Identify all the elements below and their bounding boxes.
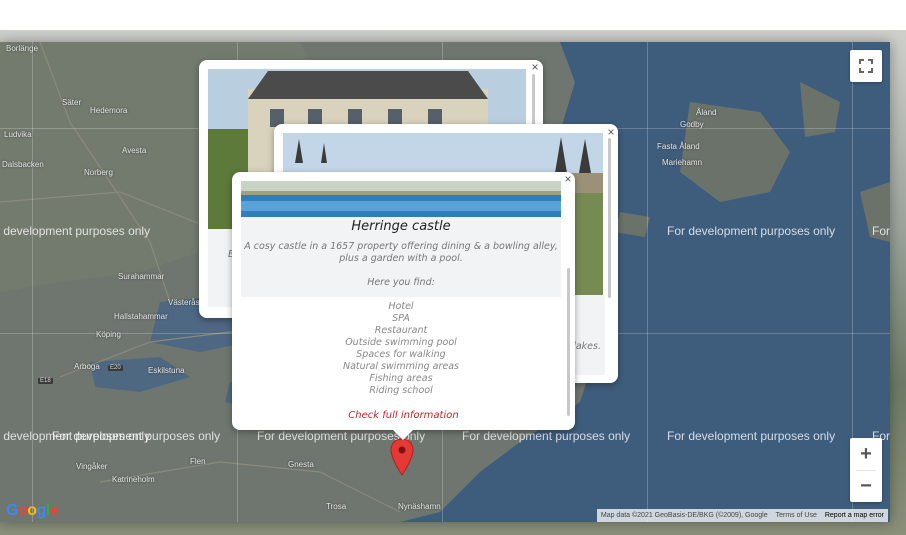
info-window-front: Herringe castle A cosy castle in a 1657 …	[232, 172, 575, 440]
zoom-control: + −	[850, 438, 882, 502]
zoom-divider	[856, 470, 876, 471]
place-label: Flen	[190, 457, 206, 466]
place-label: Ludvika	[4, 130, 32, 139]
place-label: Säter	[62, 98, 82, 107]
place-label: Mariehamn	[662, 158, 703, 167]
place-label: Åland	[696, 108, 717, 117]
feature-item: Hotel	[388, 301, 414, 312]
popup-description: A cosy castle in a 1657 property offerin…	[244, 241, 558, 264]
close-icon[interactable]: ×	[605, 126, 617, 138]
place-label: Vingåker	[76, 462, 108, 471]
place-label: Hedemora	[90, 106, 128, 115]
place-label: Katrineholm	[112, 475, 155, 484]
fullscreen-button[interactable]	[850, 50, 882, 82]
dev-watermark: For development purposes only	[52, 429, 221, 443]
place-label: Godby	[680, 120, 704, 129]
place-label: Arboga	[74, 362, 100, 371]
check-full-information-link[interactable]: Check full information	[232, 410, 575, 421]
dev-watermark: For development purposes only	[462, 429, 631, 443]
road-number-badge: E20	[108, 365, 123, 371]
feature-list: Hotel SPA Restaurant Outside swimming po…	[241, 301, 561, 397]
map-marker-icon[interactable]	[390, 438, 414, 476]
info-window-scrollbar[interactable]	[608, 138, 611, 298]
fullscreen-icon	[859, 59, 873, 73]
dev-watermark: For development purposes only	[0, 224, 151, 238]
middle-fragment-text: lakes.	[573, 341, 601, 352]
report-error-link[interactable]: Report a map error	[825, 512, 884, 519]
close-icon[interactable]: ×	[529, 61, 541, 73]
zoom-out-button[interactable]: −	[850, 470, 882, 502]
dev-watermark: For development purposes only	[872, 224, 890, 238]
place-label: Gnesta	[288, 460, 314, 469]
popup-title: Herringe castle	[351, 219, 451, 234]
google-logo: Google	[6, 502, 59, 519]
info-window-body: Herringe castle A cosy castle in a 1657 …	[241, 217, 561, 297]
zoom-in-button[interactable]: +	[850, 438, 882, 470]
pool-photo-image	[241, 181, 561, 217]
close-icon[interactable]: ×	[562, 173, 574, 185]
feature-item: Fishing areas	[369, 373, 433, 384]
place-label: Köping	[96, 330, 121, 339]
feature-item: Restaurant	[374, 325, 428, 336]
place-label: Dalsbacken	[2, 160, 44, 169]
place-label: Eskilstuna	[148, 366, 185, 375]
dev-watermark: For development purposes only	[667, 429, 836, 443]
feature-item: Outside swimming pool	[345, 337, 457, 348]
place-label: Surahammar	[118, 272, 165, 281]
map-grid-line	[32, 42, 33, 522]
place-label: Avesta	[122, 146, 147, 155]
place-label: Norberg	[84, 168, 113, 177]
map-grid-line	[647, 42, 648, 522]
road-number-badge: E18	[38, 378, 53, 384]
feature-item: Riding school	[369, 385, 433, 396]
dev-watermark: For development purposes only	[667, 224, 836, 238]
place-label: Trosa	[326, 502, 347, 511]
place-label: Västerås	[168, 298, 200, 307]
attribution-text: Map data ©2021 GeoBasis-DE/BKG (©2009), …	[600, 512, 768, 519]
feature-item: SPA	[392, 313, 410, 324]
info-window-tail	[393, 430, 413, 440]
place-label: Fasta Åland	[657, 142, 700, 151]
map-attribution: Map data ©2021 GeoBasis-DE/BKG (©2009), …	[596, 509, 888, 522]
page-header-strip	[0, 0, 906, 30]
find-label: Here you find:	[367, 277, 435, 288]
terms-link[interactable]: Terms of Use	[776, 512, 817, 519]
feature-item: Spaces for walking	[356, 349, 446, 360]
place-label: Borlänge	[6, 44, 39, 53]
place-label: Hallstahammar	[114, 312, 168, 321]
place-label: Nynäshamn	[398, 502, 441, 511]
feature-item: Natural swimming areas	[343, 361, 459, 372]
info-window-scrollbar[interactable]	[567, 268, 570, 416]
